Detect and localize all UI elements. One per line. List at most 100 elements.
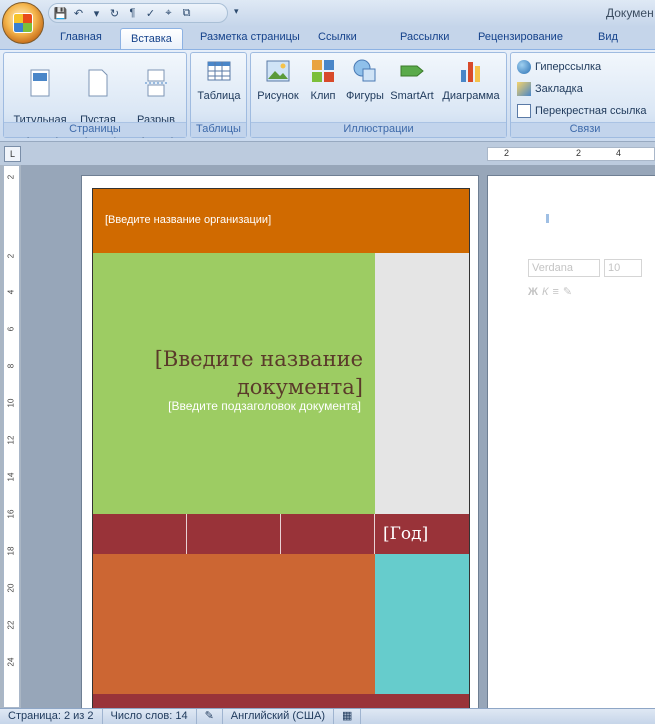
table-button[interactable]: Таблица (193, 56, 245, 102)
row-cell (187, 514, 281, 554)
ruler-tick: 8 (6, 363, 16, 369)
mini-toolbar[interactable]: Verdana 10 Ж К ≡ ✎ (528, 259, 655, 314)
undo-icon[interactable]: ↶ (71, 7, 86, 20)
bookmark-icon (517, 82, 531, 96)
row-cell (281, 514, 375, 554)
ruler-tick: 6 (6, 326, 16, 332)
ruler-tick: 4 (6, 289, 16, 295)
org-name-placeholder[interactable]: [Введите название организации] (105, 214, 271, 226)
chart-button[interactable]: Диаграмма (439, 56, 503, 102)
gray-block (375, 253, 469, 514)
macro-record-icon[interactable]: ▦ (334, 708, 362, 724)
cross-reference-icon (517, 104, 531, 118)
spellcheck-icon[interactable]: ✓ (143, 7, 158, 20)
chart-icon (461, 62, 480, 82)
highlight-icon[interactable]: ✎ (563, 285, 572, 298)
ruler-tick: 2 (6, 174, 16, 180)
dropdown-icon[interactable]: ▾ (89, 7, 104, 20)
font-name-box[interactable]: Verdana (528, 259, 600, 277)
blank-page-icon (88, 69, 108, 97)
shapes-icon (353, 59, 376, 82)
layout-icon[interactable]: ⧉ (179, 7, 194, 20)
group-label-tables: Таблицы (191, 122, 246, 137)
tab-review[interactable]: Рецензирование (478, 31, 563, 43)
ruler-tick: 2 (576, 148, 582, 158)
ruler-tick: 14 (6, 472, 16, 482)
customize-toolbar-icon[interactable]: ▾ (234, 6, 239, 17)
hyperlink-button[interactable]: Гиперссылка (517, 60, 601, 74)
ribbon-tabs: Главная Вставка Разметка страницы Ссылки… (0, 27, 655, 50)
clip-art-icon (312, 60, 334, 82)
bookmark-button[interactable]: Закладка (517, 82, 583, 96)
vertical-ruler[interactable]: 2 2 4 6 8 10 12 14 16 18 20 22 24 (3, 165, 20, 708)
group-tables: Таблица Таблицы (190, 52, 247, 138)
ruler-tick: 10 (6, 398, 16, 408)
bottom-band (93, 694, 469, 708)
ruler-bar: L 2 2 4 (0, 141, 655, 165)
cover-page-icon (30, 69, 50, 97)
teal-block (375, 554, 469, 694)
ruler-tick: 20 (6, 583, 16, 593)
tab-insert[interactable]: Вставка (120, 28, 183, 50)
group-label-links: Связи (511, 122, 655, 137)
globe-link-icon (517, 60, 531, 74)
horizontal-ruler[interactable]: 2 2 4 (487, 147, 655, 161)
year-placeholder[interactable]: [Год] (383, 524, 428, 544)
office-button[interactable] (2, 2, 44, 44)
page-2[interactable]: Verdana 10 Ж К ≡ ✎ (487, 175, 655, 708)
tab-selector-icon[interactable]: L (4, 146, 21, 162)
align-center-icon[interactable]: ≡ (552, 286, 558, 298)
office-logo-icon (13, 13, 33, 33)
title-block: [Введите название документа] [Введите по… (93, 253, 375, 514)
group-label-illustrations: Иллюстрации (251, 122, 506, 137)
pilcrow-icon[interactable]: ¶ (125, 7, 140, 19)
ruler-tick: 12 (6, 435, 16, 445)
status-bar: Страница: 2 из 2 Число слов: 14 ✎ Англий… (0, 708, 655, 724)
cross-reference-button[interactable]: Перекрестная ссылка (517, 104, 647, 118)
year-row: [Год] (93, 514, 469, 554)
clip-art-button[interactable]: Клип (305, 56, 341, 102)
smartart-button[interactable]: SmartArt (387, 56, 437, 102)
italic-button[interactable]: К (542, 286, 548, 298)
page-count-status[interactable]: Страница: 2 из 2 (0, 708, 103, 724)
word-count-status[interactable]: Число слов: 14 (103, 708, 197, 724)
ruler-tick: 18 (6, 546, 16, 556)
group-label-pages: Страницы (4, 122, 186, 137)
page-1[interactable]: [Введите название организации] [Введите … (81, 175, 479, 708)
window-title: Докумен (606, 6, 654, 20)
org-block: [Введите название организации] (93, 189, 469, 253)
document-title-placeholder[interactable]: [Введите название документа] (103, 345, 363, 401)
ruler-tick: 16 (6, 509, 16, 519)
ruler-tick: 24 (6, 657, 16, 667)
quick-access-toolbar: 💾 ↶ ▾ ↻ ¶ ✓ ⌖ ⧉ (48, 3, 228, 23)
document-subtitle-placeholder[interactable]: [Введите подзаголовок документа] (168, 399, 361, 413)
ruler-tick: 22 (6, 620, 16, 630)
cover-page: [Введите название организации] [Введите … (92, 188, 470, 708)
rust-block (93, 554, 375, 694)
ruler-tick: 2 (6, 253, 16, 259)
row-cell (93, 514, 187, 554)
document-workspace[interactable]: [Введите название организации] [Введите … (21, 165, 655, 708)
picture-button[interactable]: Рисунок (255, 56, 301, 102)
picture-icon (266, 60, 290, 82)
table-icon (207, 61, 231, 81)
tab-page-layout[interactable]: Разметка страницы (200, 31, 300, 43)
redo-icon[interactable]: ↻ (107, 7, 122, 20)
shapes-button[interactable]: Фигуры (343, 56, 387, 102)
group-illustrations: Рисунок Клип Фигуры SmartArt Диаграмма И… (250, 52, 507, 138)
bold-button[interactable]: Ж (528, 286, 538, 298)
format-icon[interactable]: ⌖ (161, 7, 176, 20)
tab-mailings[interactable]: Рассылки (400, 31, 449, 43)
spelling-status-icon[interactable]: ✎ (197, 708, 223, 724)
tab-view[interactable]: Вид (598, 31, 618, 43)
text-cursor (546, 214, 549, 223)
save-icon[interactable]: 💾 (53, 7, 68, 20)
group-links: Гиперссылка Закладка Перекрестная ссылка… (510, 52, 655, 138)
page-break-icon (145, 69, 167, 97)
tab-home[interactable]: Главная (60, 31, 102, 43)
ruler-tick: 4 (616, 148, 622, 158)
font-size-box[interactable]: 10 (604, 259, 642, 277)
tab-references[interactable]: Ссылки (318, 31, 357, 43)
ribbon: Титульная страница Пустая страница Разры… (0, 49, 655, 141)
language-status[interactable]: Английский (США) (223, 708, 335, 724)
